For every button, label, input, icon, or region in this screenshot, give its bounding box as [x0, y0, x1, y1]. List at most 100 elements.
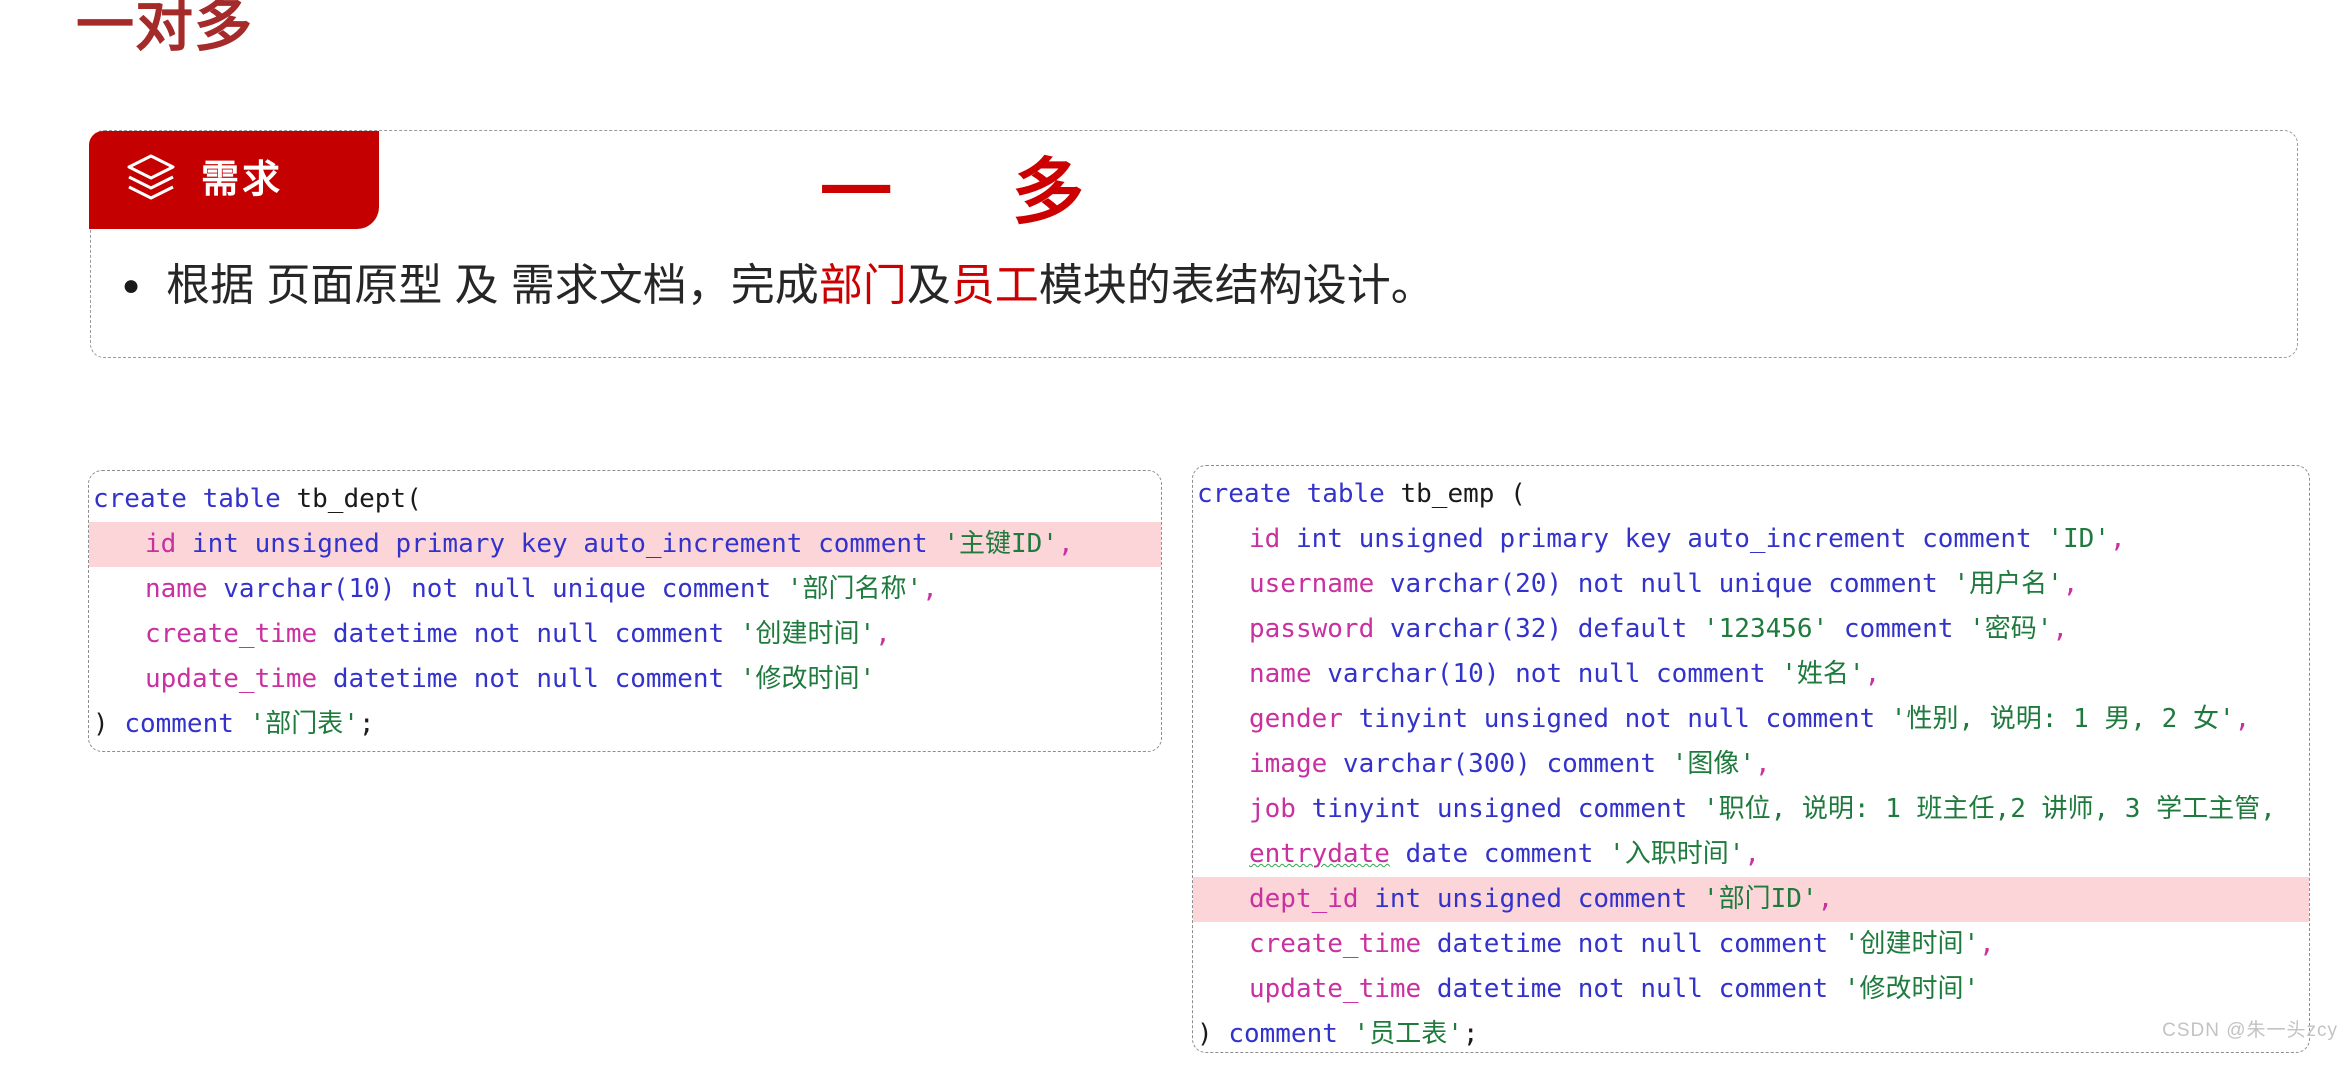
- code-token: '员工表': [1353, 1019, 1463, 1049]
- code-token: ,: [1755, 749, 1771, 779]
- code-token: ;: [358, 709, 375, 739]
- code-line: ) comment '部门表';: [89, 702, 1161, 747]
- code-line: name varchar(10) not null comment '姓名',: [1193, 652, 2309, 697]
- code-token: id: [1249, 524, 1281, 554]
- code-token: '创建时间': [739, 619, 876, 649]
- code-line: dept_id int unsigned comment '部门ID',: [1193, 877, 2309, 922]
- code-token: '主键ID': [943, 529, 1058, 559]
- code-token: ,: [2052, 614, 2069, 644]
- code-token: '123456': [1702, 614, 1829, 644]
- code-token: varchar(: [1374, 569, 1516, 599]
- code-line: password varchar(32) default '123456' co…: [1193, 607, 2309, 652]
- code-token: ) default: [1546, 614, 1703, 644]
- requirement-text: 根据 页面原型 及 需求文档，完成部门及员工模块的表结构设计。: [166, 258, 1435, 314]
- code-token: tb_emp (: [1400, 479, 1526, 509]
- code-token: ,: [922, 574, 938, 604]
- code-token: varchar(: [1374, 614, 1516, 644]
- code-token: '创建时间': [1843, 929, 1980, 959]
- code-token: ,: [1817, 884, 1834, 914]
- code-token: ,: [1864, 659, 1881, 689]
- code-line: create_time datetime not null comment '创…: [1193, 922, 2309, 967]
- code-token: int unsigned primary key auto_increment …: [1280, 524, 2048, 554]
- code-token: '用户名': [1953, 569, 2063, 599]
- code-token: ,: [1744, 839, 1761, 869]
- code-token: '修改时间': [739, 664, 876, 694]
- relation-caption: 一 多: [820, 153, 1085, 233]
- code-token: '密码': [1969, 614, 2053, 644]
- requirement-text-part-2: 及: [906, 261, 951, 310]
- code-line: ) comment '员工表';: [1193, 1012, 2309, 1052]
- code-token: '图像': [1671, 749, 1755, 779]
- code-token: 'ID': [2047, 524, 2110, 554]
- code-line: job tinyint unsigned comment '职位, 说明: 1 …: [1193, 787, 2309, 832]
- code-token: 300: [1468, 749, 1516, 779]
- code-token: '部门表': [249, 709, 359, 739]
- code-token: username: [1249, 569, 1375, 599]
- code-token: varchar(: [1327, 749, 1469, 779]
- code-token: datetime not null comment: [317, 619, 740, 649]
- requirement-tag-label: 需求: [201, 159, 284, 201]
- code-token: '入职时间': [1609, 839, 1745, 869]
- code-token: 10: [348, 574, 380, 604]
- code-line: image varchar(300) comment '图像',: [1193, 742, 2309, 787]
- code-line: id int unsigned primary key auto_increme…: [1193, 517, 2309, 562]
- code-block-tb-dept[interactable]: create table tb_dept(id int unsigned pri…: [88, 470, 1162, 752]
- code-token: ) not null unique comment: [379, 574, 787, 604]
- code-line: create table tb_emp (: [1193, 472, 2309, 517]
- code-token: comment: [1228, 1019, 1354, 1049]
- watermark: CSDN @朱一头zcy: [2162, 1020, 2338, 1041]
- code-token: update_time: [1249, 974, 1422, 1004]
- code-token: ,: [2062, 569, 2079, 599]
- code-token: ,: [875, 619, 891, 649]
- code-token: ,: [2234, 704, 2251, 734]
- code-token: ,: [2109, 524, 2126, 554]
- code-token: name: [1249, 659, 1312, 689]
- code-line: id int unsigned primary key auto_increme…: [89, 522, 1161, 567]
- code-token: '性别, 说明: 1 男, 2 女': [1890, 704, 2235, 734]
- code-token: 10: [1452, 659, 1484, 689]
- code-token: entrydate: [1249, 839, 1390, 869]
- code-token: varchar(: [1311, 659, 1453, 689]
- code-token: 32: [1515, 614, 1547, 644]
- code-token: ;: [1462, 1019, 1479, 1049]
- code-token: create table: [1197, 479, 1401, 509]
- code-token: ,: [1979, 929, 1995, 959]
- code-token: varchar(: [207, 574, 349, 604]
- bullet-glyph: ●: [122, 269, 141, 302]
- code-token: ,: [1057, 529, 1074, 559]
- code-token: datetime not null comment: [1421, 929, 1844, 959]
- requirement-bullet-line: ● 根据 页面原型 及 需求文档，完成部门及员工模块的表结构设计。: [122, 258, 1435, 314]
- code-token: int unsigned comment: [1358, 884, 1703, 914]
- code-line: update_time datetime not null comment '修…: [89, 657, 1161, 702]
- code-token: ) not null comment: [1483, 659, 1782, 689]
- code-token: ): [93, 709, 125, 739]
- code-token: tinyint unsigned not null comment: [1342, 704, 1891, 734]
- code-token: create table: [93, 484, 297, 514]
- code-token: ): [1197, 1019, 1229, 1049]
- code-line: create_time datetime not null comment '创…: [89, 612, 1161, 657]
- code-token: dept_id: [1249, 884, 1359, 914]
- code-token: datetime not null comment: [317, 664, 740, 694]
- code-token: ) comment: [1515, 749, 1672, 779]
- requirement-text-part-3: 员工: [950, 261, 1039, 310]
- code-line: username varchar(20) not null unique com…: [1193, 562, 2309, 607]
- code-token: tinyint unsigned comment: [1295, 794, 1703, 824]
- code-token: '修改时间': [1843, 974, 1980, 1004]
- page-title: 一对多: [76, 0, 254, 58]
- layers-icon: [125, 152, 177, 209]
- code-token: ) not null unique comment: [1546, 569, 1954, 599]
- code-token: update_time: [145, 664, 318, 694]
- requirement-text-part-0: 根据 页面原型 及 需求文档，完成: [166, 261, 819, 310]
- code-token: comment: [124, 709, 250, 739]
- code-token: '职位, 说明: 1 班主任,2 讲师, 3 学工主管,: [1702, 794, 2276, 824]
- code-token: '部门名称': [786, 574, 923, 604]
- requirement-tag: 需求: [89, 131, 379, 229]
- code-token: create_time: [145, 619, 318, 649]
- code-line: create table tb_dept(: [89, 477, 1161, 522]
- code-token: create_time: [1249, 929, 1422, 959]
- code-token: password: [1249, 614, 1375, 644]
- code-line: entrydate date comment '入职时间',: [1193, 832, 2309, 877]
- code-token: job: [1249, 794, 1296, 824]
- code-line: update_time datetime not null comment '修…: [1193, 967, 2309, 1012]
- code-block-tb-emp[interactable]: create table tb_emp (id int unsigned pri…: [1192, 465, 2310, 1053]
